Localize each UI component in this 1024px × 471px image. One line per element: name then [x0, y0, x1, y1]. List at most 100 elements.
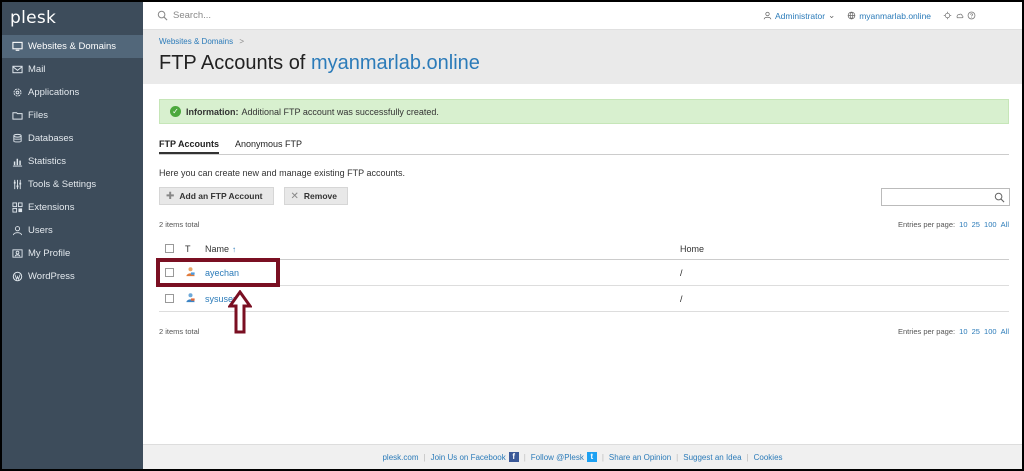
close-icon: ✕ — [290, 190, 299, 202]
database-icon — [10, 133, 24, 145]
page-size-100[interactable]: 100 — [984, 220, 997, 229]
column-name-label: Name — [205, 243, 230, 254]
help-icon[interactable] — [967, 11, 976, 20]
user-menu[interactable]: Administrator ⌄ — [763, 10, 835, 21]
cloud-icon[interactable] — [955, 11, 964, 20]
sort-ascending-icon: ↑ — [232, 244, 237, 254]
entries-label: Entries per page: — [897, 327, 956, 336]
sidebar-item-databases[interactable]: Databases — [2, 127, 143, 150]
table-row: sysuser / — [159, 286, 1009, 312]
plus-icon: ✚ — [166, 190, 175, 202]
entries-label: Entries per page: — [897, 220, 956, 229]
globe-icon — [847, 11, 856, 20]
column-type[interactable]: T — [177, 244, 205, 254]
toolbar: ✚ Add an FTP Account ✕ Remove — [159, 187, 358, 205]
sidebar-item-label: Files — [28, 110, 49, 121]
twitter-icon: t — [586, 452, 597, 462]
monitor-icon — [10, 41, 24, 53]
search-placeholder: Search... — [173, 10, 212, 21]
table-header: T Name ↑ Home — [159, 238, 1009, 260]
footer-link-idea[interactable]: Suggest an Idea — [683, 453, 741, 462]
breadcrumb: Websites & Domains > — [159, 37, 244, 46]
footer-separator: | — [523, 452, 526, 462]
sidebar-item-label: Mail — [28, 64, 46, 75]
success-message: ✓ Information: Additional FTP account wa… — [159, 99, 1009, 124]
info-label: Information: — [186, 106, 239, 117]
sidebar-item-tools-settings[interactable]: Tools & Settings — [2, 173, 143, 196]
page-size-10[interactable]: 10 — [959, 327, 967, 336]
footer-link-facebook[interactable]: Join Us on Facebook — [431, 453, 506, 462]
wordpress-icon — [10, 271, 24, 283]
sidebar-item-websites-domains[interactable]: Websites & Domains — [2, 35, 143, 58]
footer-separator: | — [423, 452, 426, 462]
ftp-home-dir: / — [680, 267, 683, 278]
plesk-logo[interactable]: plesk — [2, 2, 143, 35]
page-size-25[interactable]: 25 — [972, 220, 980, 229]
intro-text: Here you can create new and manage exist… — [159, 168, 405, 178]
breadcrumb-separator: > — [239, 37, 245, 46]
sidebar-item-applications[interactable]: Applications — [2, 81, 143, 104]
search-icon — [994, 192, 1005, 203]
pagination-sizes: Entries per page: 10 25 100 All — [898, 327, 1009, 336]
ftp-accounts-table: T Name ↑ Home ayechan / sysuser / — [159, 238, 1009, 312]
sidebar-item-files[interactable]: Files — [2, 104, 143, 127]
sidebar-item-label: Statistics — [28, 156, 67, 167]
sidebar-item-my-profile[interactable]: My Profile — [2, 242, 143, 265]
domain-menu[interactable]: myanmarlab.online — [847, 11, 931, 21]
list-search-input[interactable] — [881, 188, 1010, 206]
button-label: Remove — [303, 191, 337, 201]
items-total: 2 items total — [159, 220, 200, 229]
select-all-checkbox[interactable] — [165, 244, 174, 253]
tab-anonymous-ftp[interactable]: Anonymous FTP — [235, 139, 302, 154]
page-size-25[interactable]: 25 — [972, 327, 980, 336]
sidebar: plesk Websites & Domains Mail Applicatio… — [2, 2, 143, 469]
footer-link-cookies[interactable]: Cookies — [754, 453, 783, 462]
facebook-icon: f — [508, 452, 519, 462]
search-icon — [157, 10, 168, 21]
ftp-user-icon — [186, 293, 195, 303]
sidebar-item-label: Users — [28, 225, 53, 236]
ftp-home-dir: / — [680, 293, 683, 304]
footer-link-plesk[interactable]: plesk.com — [382, 453, 418, 462]
page-size-all[interactable]: All — [1001, 220, 1009, 229]
profile-icon — [10, 248, 24, 260]
sidebar-item-label: Applications — [28, 87, 80, 98]
sidebar-item-wordpress[interactable]: WordPress — [2, 265, 143, 288]
footer-link-twitter[interactable]: Follow @Plesk — [531, 453, 584, 462]
footer-separator: | — [601, 452, 604, 462]
app-window: plesk Websites & Domains Mail Applicatio… — [2, 2, 1022, 469]
remove-button[interactable]: ✕ Remove — [283, 187, 348, 205]
page-size-100[interactable]: 100 — [984, 327, 997, 336]
sidebar-item-users[interactable]: Users — [2, 219, 143, 242]
list-summary-bottom: 2 items total Entries per page: 10 25 10… — [159, 327, 1009, 336]
column-home[interactable]: Home — [680, 244, 1009, 254]
breadcrumb-link-websites-domains[interactable]: Websites & Domains — [159, 37, 233, 46]
mail-icon — [10, 64, 24, 76]
sidebar-item-label: Databases — [28, 133, 74, 144]
list-summary-top: 2 items total Entries per page: 10 25 10… — [159, 220, 1009, 229]
sidebar-item-mail[interactable]: Mail — [2, 58, 143, 81]
footer-separator: | — [676, 452, 679, 462]
tab-ftp-accounts[interactable]: FTP Accounts — [159, 139, 220, 154]
plugin-icon[interactable] — [943, 11, 952, 20]
sidebar-item-label: Websites & Domains — [28, 41, 116, 52]
sidebar-item-extensions[interactable]: Extensions — [2, 196, 143, 219]
footer-separator: | — [746, 452, 749, 462]
page-title: FTP Accounts of myanmarlab.online — [159, 52, 480, 75]
row-checkbox[interactable] — [165, 294, 174, 303]
chevron-down-icon: ⌄ — [828, 10, 836, 20]
column-name[interactable]: Name ↑ — [205, 244, 680, 254]
page-size-all[interactable]: All — [1001, 327, 1009, 336]
footer: plesk.com | Join Us on Facebook f | Follo… — [143, 444, 1022, 469]
sidebar-item-label: Tools & Settings — [28, 179, 97, 190]
sidebar-item-statistics[interactable]: Statistics — [2, 150, 143, 173]
page-size-10[interactable]: 10 — [959, 220, 967, 229]
sidebar-item-label: Extensions — [28, 202, 75, 213]
search-input[interactable]: Search... — [143, 10, 743, 21]
add-ftp-account-button[interactable]: ✚ Add an FTP Account — [159, 187, 274, 205]
footer-link-opinion[interactable]: Share an Opinion — [609, 453, 671, 462]
sliders-icon — [10, 179, 24, 191]
page-title-prefix: FTP Accounts of — [159, 52, 306, 74]
puzzle-icon — [10, 202, 24, 214]
page-title-domain[interactable]: myanmarlab.online — [311, 52, 480, 74]
